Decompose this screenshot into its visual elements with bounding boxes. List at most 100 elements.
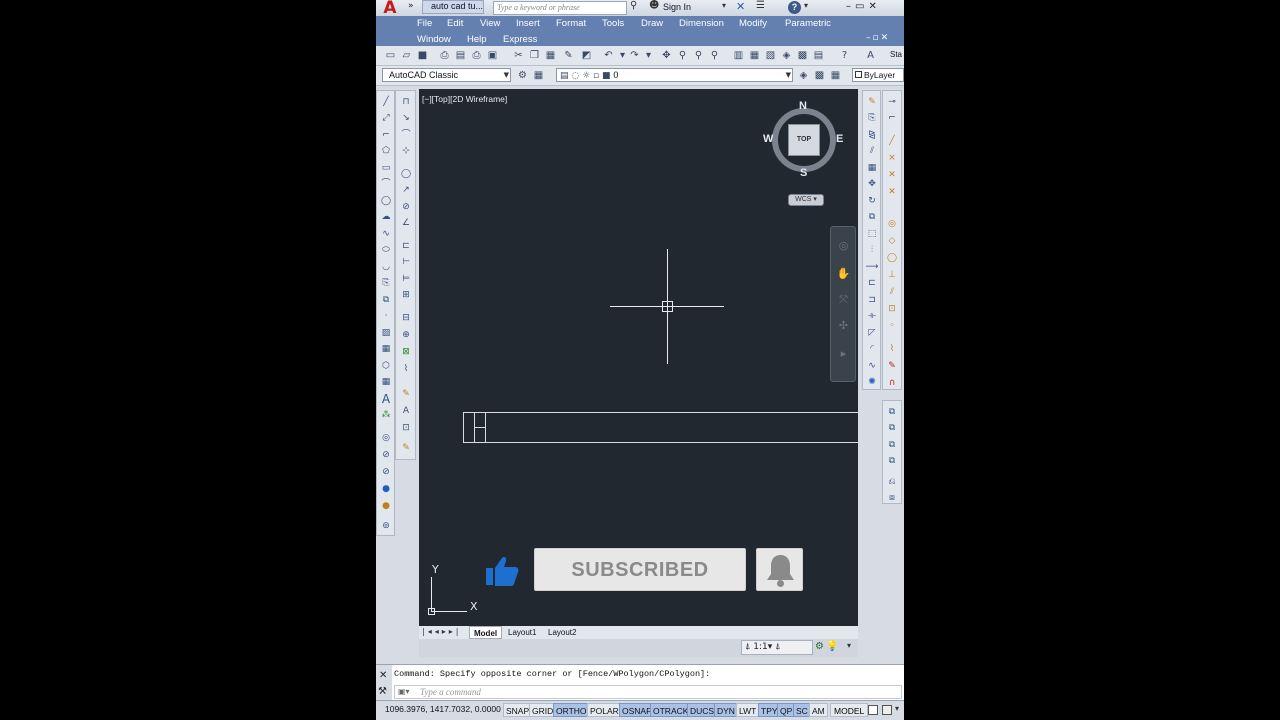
color-dropdown[interactable]: ByLayer xyxy=(852,68,904,82)
array-icon[interactable]: ▦ xyxy=(865,161,879,175)
quick-view-drawings-icon[interactable] xyxy=(882,705,892,715)
polyline-icon[interactable]: ⌐ xyxy=(379,128,393,142)
subscribed-button[interactable]: SUBSCRIBED xyxy=(534,548,746,591)
help-icon[interactable]: ? xyxy=(788,1,801,14)
snap-parallel-icon[interactable]: ⫽ xyxy=(885,285,899,299)
sheet-set-icon[interactable]: ◈ xyxy=(780,49,793,62)
move-icon[interactable]: ✥ xyxy=(865,177,879,191)
ellipse-icon[interactable]: ⬭ xyxy=(379,243,393,257)
snap-tangent-icon[interactable]: ◯ xyxy=(885,251,899,265)
snap-perpendicular-icon[interactable]: ⊥ xyxy=(885,268,899,282)
snap-quadrant-icon[interactable]: ◇ xyxy=(885,234,899,248)
status-menu-arrow-icon[interactable]: ▾ xyxy=(847,641,851,650)
snap-midpoint-icon[interactable]: ⨯ xyxy=(885,151,899,165)
help-toolbar-icon[interactable]: ? xyxy=(838,49,851,62)
cursor-coordinates[interactable]: 1096.3976, 1417.7032, 0.0000 xyxy=(385,704,501,714)
calculator-icon[interactable]: ▤ xyxy=(812,49,825,62)
temp-track-icon[interactable]: ⊸ xyxy=(885,95,899,109)
window-controls[interactable]: –▭✕ xyxy=(846,1,881,12)
snap-from-icon[interactable]: ⌐ xyxy=(885,111,899,125)
new-icon[interactable]: ▭ xyxy=(384,49,397,62)
arc-icon[interactable]: ⌒ xyxy=(379,177,393,191)
diameter-dimension-icon[interactable]: ⊘ xyxy=(399,200,413,214)
dimension-style-icon[interactable]: ✎ xyxy=(399,441,413,455)
compass-west[interactable]: W xyxy=(763,133,773,145)
center-mark-icon[interactable]: ⊕ xyxy=(399,328,413,342)
zoom-realtime-icon[interactable]: ⚲ xyxy=(676,49,689,62)
tolerance-icon[interactable]: ⊟ xyxy=(399,311,413,325)
layer-dropdown[interactable]: ▤ ◌ ☼ ▫ ■ 0 ▼ xyxy=(556,68,793,82)
workspace-settings-icon[interactable]: ⚙ xyxy=(516,69,529,82)
menu-tools[interactable]: Tools xyxy=(602,18,624,29)
construction-line-icon[interactable]: ⤢ xyxy=(379,111,393,125)
snap-intersection-icon[interactable]: ✕ xyxy=(885,168,899,182)
blend-icon[interactable]: ∿ xyxy=(865,359,879,373)
extrude-icon[interactable]: ⊚ xyxy=(379,519,393,533)
polygon-icon[interactable]: ⬠ xyxy=(379,144,393,158)
compass-north[interactable]: N xyxy=(799,100,807,112)
drawn-rectangle[interactable] xyxy=(463,412,859,443)
osnap-settings-icon[interactable]: ∩ xyxy=(885,376,899,390)
compass-east[interactable]: E xyxy=(836,133,843,145)
offset-icon[interactable]: ⫽ xyxy=(865,144,879,158)
snap-center-icon[interactable]: ◎ xyxy=(885,217,899,231)
quick-view-icon[interactable] xyxy=(868,705,878,715)
break-icon[interactable]: ⊐ xyxy=(865,293,879,307)
send-under-icon[interactable]: ⧉ xyxy=(885,454,899,468)
rotate-icon[interactable]: ↻ xyxy=(865,194,879,208)
insert-block-icon[interactable]: ⎘ xyxy=(379,276,393,290)
menu-dimension[interactable]: Dimension xyxy=(679,18,724,29)
command-prompt-icon[interactable]: ▣▾ xyxy=(398,686,410,698)
publish-icon[interactable]: ⎙ xyxy=(470,49,483,62)
model-space-button[interactable]: MODEL xyxy=(830,703,869,717)
make-current-icon[interactable]: ◈ xyxy=(797,69,810,82)
snap-insert-icon[interactable]: ⊡ xyxy=(885,302,899,316)
redo-icon[interactable]: ↷ xyxy=(628,49,641,62)
dimension-update-icon[interactable]: ⊡ xyxy=(399,421,413,435)
search-input[interactable]: Type a keyword or phrase xyxy=(493,1,627,15)
lwt-toggle[interactable]: LWT xyxy=(736,703,760,717)
orbit-icon[interactable]: ✣ xyxy=(836,319,851,332)
user-icon[interactable]: ☻ xyxy=(649,0,659,11)
copy-icon[interactable]: ❐ xyxy=(528,49,541,62)
menu-parametric[interactable]: Parametric xyxy=(785,18,831,29)
tab-model[interactable]: Model xyxy=(469,626,503,639)
pan-hand-icon[interactable]: ✋ xyxy=(836,267,851,280)
mirror-icon[interactable]: ⧎ xyxy=(865,128,879,142)
open-icon[interactable]: ▱ xyxy=(400,49,413,62)
compass-south[interactable]: S xyxy=(800,167,807,179)
markup-icon[interactable]: ▩ xyxy=(796,49,809,62)
bring-to-front-icon[interactable]: ⧉ xyxy=(885,405,899,419)
layer-states-icon[interactable]: ▦ xyxy=(829,69,842,82)
ordinate-dimension-icon[interactable]: ⊹ xyxy=(399,144,413,158)
cone-3d-icon[interactable]: ⊘ xyxy=(379,448,393,462)
circle-icon[interactable]: ◯ xyxy=(379,194,393,208)
dimension-text-edit-icon[interactable]: A xyxy=(399,404,413,418)
show-motion-icon[interactable]: ▸ xyxy=(836,347,851,360)
menu-format[interactable]: Format xyxy=(556,18,586,29)
angular-dimension-icon[interactable]: ∠ xyxy=(399,216,413,230)
quick-dimension-icon[interactable]: ⊏ xyxy=(399,239,413,253)
workspace-dropdown[interactable]: AutoCAD Classic ▼ xyxy=(382,68,511,82)
linear-dimension-icon[interactable]: ⊓ xyxy=(399,95,413,109)
arc-length-icon[interactable]: ⌒ xyxy=(399,128,413,142)
customize-icon[interactable]: ⚒ xyxy=(378,686,387,697)
document-window-controls[interactable]: –▫✕ xyxy=(866,33,890,43)
thumbs-up-icon[interactable] xyxy=(484,554,520,588)
block-editor-icon[interactable]: ◩ xyxy=(580,49,593,62)
make-block-icon[interactable]: ⧉ xyxy=(379,293,393,307)
exchange-apps-icon[interactable]: ✕ xyxy=(736,0,745,13)
sign-in-link[interactable]: Sign In xyxy=(663,2,691,12)
snap-toggle[interactable]: SNAP xyxy=(503,703,533,717)
add-selected-icon[interactable]: ⁂ xyxy=(379,408,393,422)
fillet-icon[interactable]: ◜ xyxy=(865,342,879,356)
trim-icon[interactable]: ⫶ xyxy=(865,243,879,257)
notification-bell-button[interactable] xyxy=(756,548,803,591)
torus-3d-icon[interactable]: ● xyxy=(379,499,393,513)
workspace-lock-icon[interactable]: ▦ xyxy=(532,69,545,82)
drawing-canvas[interactable]: [−][Top][2D Wireframe] Y X TOP N S E W W… xyxy=(419,89,858,626)
subscription-icon[interactable]: ☰ xyxy=(756,0,765,11)
tab-navigation-arrows[interactable]: |◂◂▸▸| xyxy=(422,627,461,636)
sign-in-arrow-icon[interactable]: ▾ xyxy=(722,1,726,10)
erase-icon[interactable]: ✎ xyxy=(865,95,879,109)
